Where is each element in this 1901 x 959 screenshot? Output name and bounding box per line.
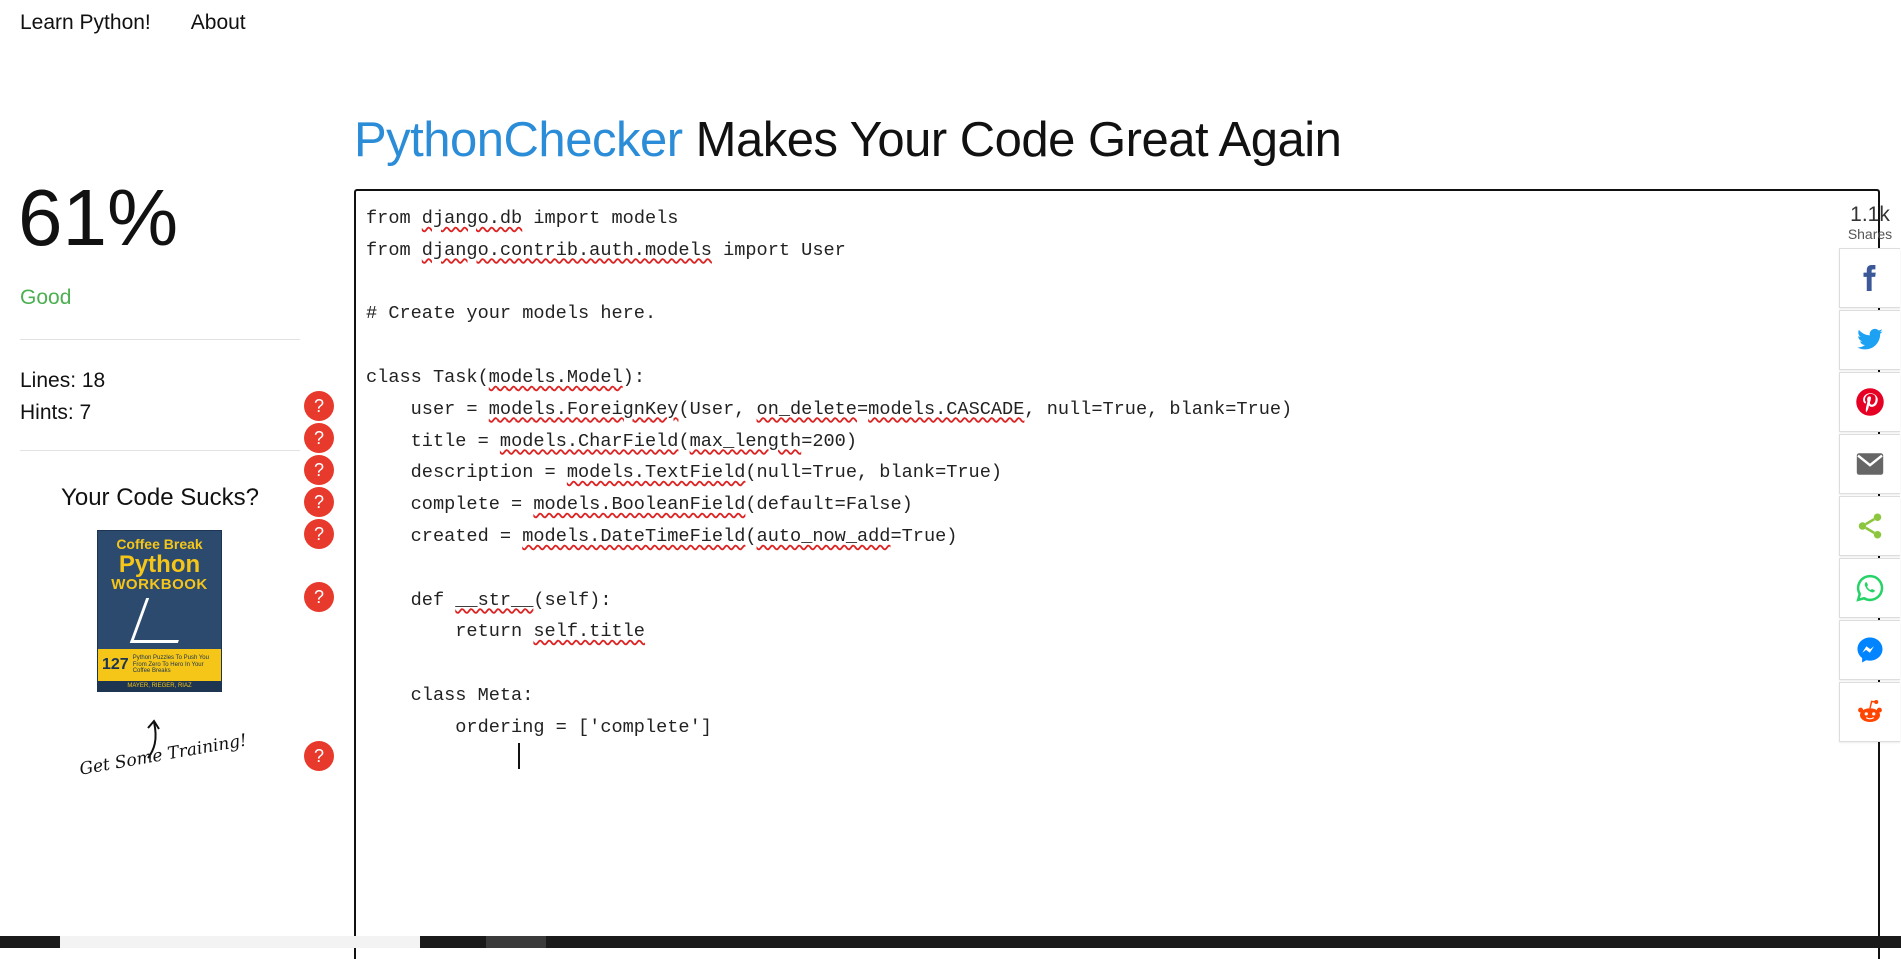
- taskbar-active-app[interactable]: [486, 936, 546, 948]
- spellcheck-underline: models.CharField: [499, 430, 679, 452]
- book-illustration: [98, 593, 221, 649]
- spellcheck-underline: models.CASCADE: [868, 398, 1025, 420]
- facebook-share-button[interactable]: [1839, 248, 1900, 308]
- code-line: complete = models.BooleanField(default=F…: [366, 494, 913, 516]
- text-cursor: [518, 743, 520, 769]
- spellcheck-underline: on_delete: [756, 398, 857, 420]
- pinterest-share-button[interactable]: [1839, 372, 1900, 432]
- lines-count: Lines: 18: [20, 369, 106, 392]
- code-text[interactable]: from django.db import models from django…: [366, 203, 1292, 744]
- hint-button[interactable]: ?: [304, 487, 334, 517]
- share-sidebar: 1.1k Shares: [1839, 204, 1901, 744]
- divider: [20, 450, 300, 451]
- share-count: 1.1k: [1850, 203, 1890, 226]
- whatsapp-share-button[interactable]: [1839, 558, 1900, 618]
- os-taskbar: [0, 936, 1901, 948]
- spellcheck-underline: auto_now_add: [756, 525, 891, 547]
- facebook-icon: [1863, 265, 1876, 291]
- page-title: PythonChecker Makes Your Code Great Agai…: [354, 112, 1342, 168]
- book-title-line3: WORKBOOK: [111, 575, 208, 593]
- spellcheck-underline: models.ForeignKey: [488, 398, 679, 420]
- share-label: Shares: [1847, 226, 1893, 242]
- spellcheck-underline: django.contrib.auth.models: [421, 239, 712, 261]
- spellcheck-underline: __str__: [455, 589, 534, 611]
- spellcheck-underline: models.Model: [488, 366, 623, 388]
- code-line: description = models.TextField(null=True…: [366, 462, 1003, 484]
- reddit-icon: [1858, 700, 1882, 722]
- taskbar-search[interactable]: [60, 936, 420, 948]
- code-line: from django.db import models: [366, 208, 679, 229]
- code-line: # Create your models here.: [366, 303, 657, 325]
- share-icon: [1858, 513, 1882, 539]
- spellcheck-underline: django.db: [421, 208, 523, 229]
- email-share-button[interactable]: [1839, 434, 1900, 494]
- book-title-line2: Python: [118, 550, 201, 578]
- score-rating: Good: [20, 286, 72, 309]
- email-icon: [1856, 453, 1884, 475]
- hint-button[interactable]: ?: [304, 519, 334, 549]
- book-tagline: Python Puzzles To Push You From Zero To …: [132, 655, 209, 675]
- twitter-share-button[interactable]: [1839, 310, 1900, 370]
- generic-share-button[interactable]: [1839, 496, 1900, 556]
- hint-button[interactable]: ?: [304, 741, 334, 771]
- book-band: 127 Python Puzzles To Push You From Zero…: [98, 649, 221, 681]
- code-line: from django.contrib.auth.models import U…: [366, 239, 846, 261]
- book-puzzle-count: 127: [102, 656, 129, 673]
- code-line: return self.title: [366, 621, 645, 643]
- hint-button[interactable]: ?: [304, 391, 334, 421]
- hint-button[interactable]: ?: [304, 582, 334, 612]
- hint-button[interactable]: ?: [304, 423, 334, 453]
- code-editor[interactable]: from django.db import models from django…: [354, 189, 1880, 959]
- code-line: created = models.DateTimeField(auto_now_…: [366, 525, 958, 547]
- stairs-graphic: [129, 598, 195, 643]
- nav-link-learn-python[interactable]: Learn Python!: [20, 11, 151, 35]
- spellcheck-underline: self.title: [533, 621, 645, 643]
- twitter-icon: [1857, 328, 1883, 350]
- book-title-line1: Coffee Break: [116, 536, 203, 552]
- messenger-share-button[interactable]: [1839, 620, 1900, 680]
- whatsapp-icon: [1856, 574, 1884, 602]
- hint-button[interactable]: ?: [304, 455, 334, 485]
- reddit-share-button[interactable]: [1839, 682, 1900, 742]
- code-line: def __str__(self):: [366, 589, 612, 611]
- code-line: ordering = ['complete']: [366, 716, 712, 738]
- book-cover-image[interactable]: Coffee Break Python WORKBOOK 127 Python …: [97, 530, 222, 692]
- code-line: title = models.CharField(max_length=200): [366, 430, 857, 452]
- promo-title: Your Code Sucks?: [61, 484, 259, 511]
- spellcheck-underline: models.BooleanField: [533, 494, 746, 516]
- messenger-icon: [1857, 637, 1883, 663]
- book-authors: MAYER, RIEGER, RIAZ: [98, 681, 221, 691]
- hints-count: Hints: 7: [20, 401, 92, 424]
- score-percentage: 61%: [18, 173, 179, 262]
- top-nav: Learn Python! About: [0, 0, 246, 46]
- code-line: class Meta:: [366, 684, 534, 706]
- spellcheck-underline: models.DateTimeField: [522, 525, 746, 547]
- divider: [20, 339, 300, 340]
- spellcheck-underline: max_length: [689, 430, 802, 452]
- code-line: user = models.ForeignKey(User, on_delete…: [366, 398, 1293, 420]
- pinterest-icon: [1856, 388, 1884, 416]
- brand-name: PythonChecker: [354, 113, 683, 167]
- code-line: class Task(models.Model):: [366, 366, 645, 388]
- nav-link-about[interactable]: About: [191, 11, 246, 35]
- spellcheck-underline: models.TextField: [566, 462, 746, 484]
- title-tagline: Makes Your Code Great Again: [682, 113, 1342, 167]
